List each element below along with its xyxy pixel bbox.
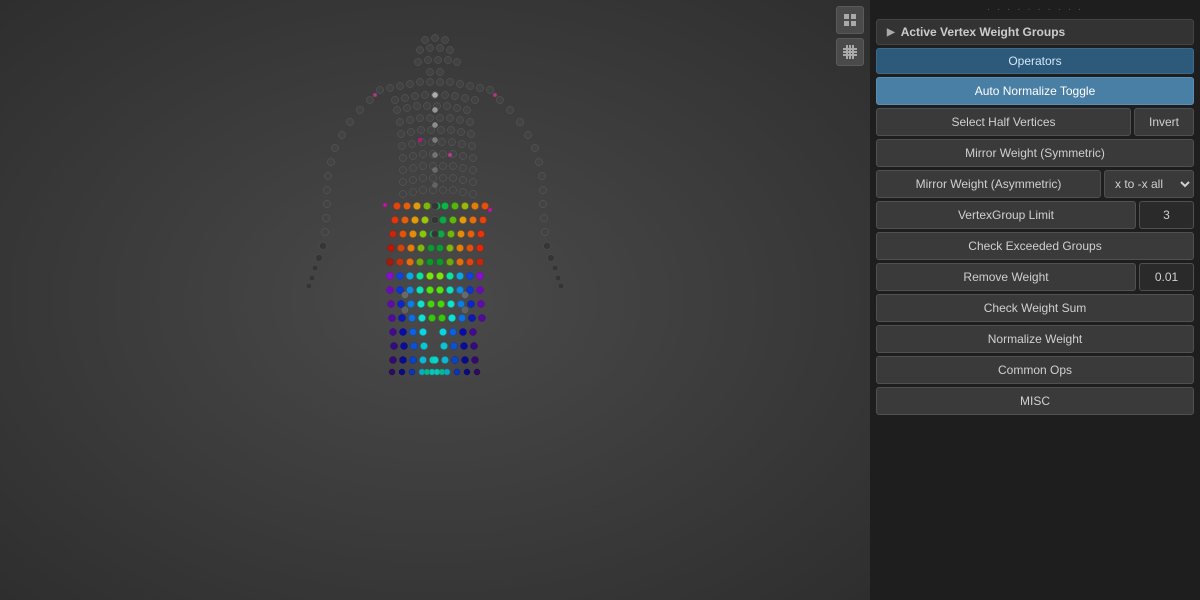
check-exceeded-btn[interactable]: Check Exceeded Groups: [876, 232, 1194, 260]
view-icon-2[interactable]: [836, 38, 864, 66]
remove-weight-input[interactable]: [1139, 263, 1194, 291]
auto-normalize-btn[interactable]: Auto Normalize Toggle: [876, 77, 1194, 105]
common-ops-btn[interactable]: Common Ops: [876, 356, 1194, 384]
3d-viewport[interactable]: [0, 0, 870, 600]
vgroup-limit-btn[interactable]: VertexGroup Limit: [876, 201, 1136, 229]
invert-btn[interactable]: Invert: [1134, 108, 1194, 136]
select-half-row: Select Half Vertices Invert: [876, 108, 1194, 136]
mirror-sym-btn[interactable]: Mirror Weight (Symmetric): [876, 139, 1194, 167]
misc-btn[interactable]: MISC: [876, 387, 1194, 415]
mirror-asym-btn[interactable]: Mirror Weight (Asymmetric): [876, 170, 1101, 198]
vgroup-limit-input[interactable]: [1139, 201, 1194, 229]
section-arrow: ▶: [887, 27, 895, 38]
operators-btn[interactable]: Operators: [876, 48, 1194, 74]
remove-weight-row: Remove Weight: [876, 263, 1194, 291]
active-vwg-label: Active Vertex Weight Groups: [901, 25, 1066, 39]
right-panel: · · · · · · · · · · ▶ Active Vertex Weig…: [870, 0, 1200, 600]
active-vwg-section[interactable]: ▶ Active Vertex Weight Groups: [876, 19, 1194, 45]
select-half-btn[interactable]: Select Half Vertices: [876, 108, 1131, 136]
mirror-asym-row: Mirror Weight (Asymmetric) x to -x all-x…: [876, 170, 1194, 198]
check-weight-sum-btn[interactable]: Check Weight Sum: [876, 294, 1194, 322]
remove-weight-btn[interactable]: Remove Weight: [876, 263, 1136, 291]
vgroup-limit-row: VertexGroup Limit: [876, 201, 1194, 229]
normalize-weight-btn[interactable]: Normalize Weight: [876, 325, 1194, 353]
panel-drag-handle: · · · · · · · · · ·: [876, 4, 1194, 14]
view-icon-1[interactable]: [836, 6, 864, 34]
mirror-dropdown[interactable]: x to -x all-x to x allx to -x sel-x to x…: [1104, 170, 1194, 198]
